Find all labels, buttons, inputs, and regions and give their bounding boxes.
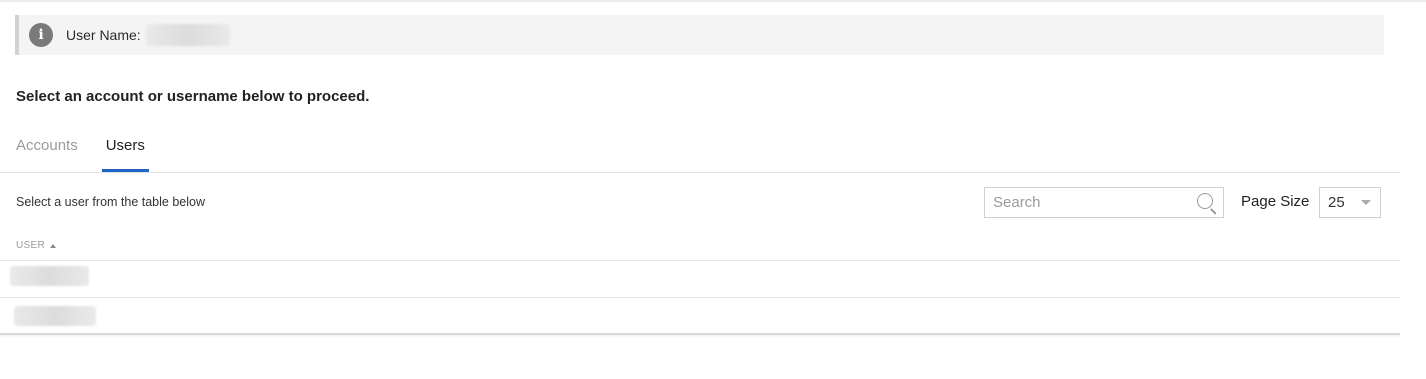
column-header-label: USER	[16, 240, 45, 251]
chevron-down-icon	[1361, 200, 1371, 205]
column-header-user[interactable]: USER	[16, 240, 56, 251]
table-bottom-border	[0, 333, 1400, 335]
page-size-value: 25	[1328, 194, 1345, 211]
info-banner: i User Name:	[15, 15, 1384, 55]
search-input[interactable]	[985, 188, 1195, 217]
page-size-label: Page Size	[1241, 193, 1310, 210]
table-row[interactable]	[0, 298, 1400, 334]
page-size-select[interactable]: 25	[1319, 187, 1381, 218]
user-cell-redacted	[10, 266, 89, 286]
table-row[interactable]	[0, 261, 1400, 297]
user-name-label: User Name:	[66, 27, 141, 43]
instruction-text: Select an account or username below to p…	[16, 88, 370, 105]
tab-accounts[interactable]: Accounts	[16, 134, 78, 172]
user-cell-redacted	[14, 306, 96, 326]
search-icon[interactable]	[1195, 191, 1219, 215]
search-box	[984, 187, 1224, 218]
top-divider	[0, 0, 1426, 2]
table-hint: Select a user from the table below	[16, 195, 205, 209]
user-name-value-redacted	[145, 24, 230, 46]
info-icon: i	[29, 23, 53, 47]
tab-bar: Accounts Users	[16, 134, 150, 172]
sort-ascending-icon	[49, 243, 56, 248]
tabs-divider	[0, 172, 1400, 173]
tab-users[interactable]: Users	[101, 134, 150, 172]
